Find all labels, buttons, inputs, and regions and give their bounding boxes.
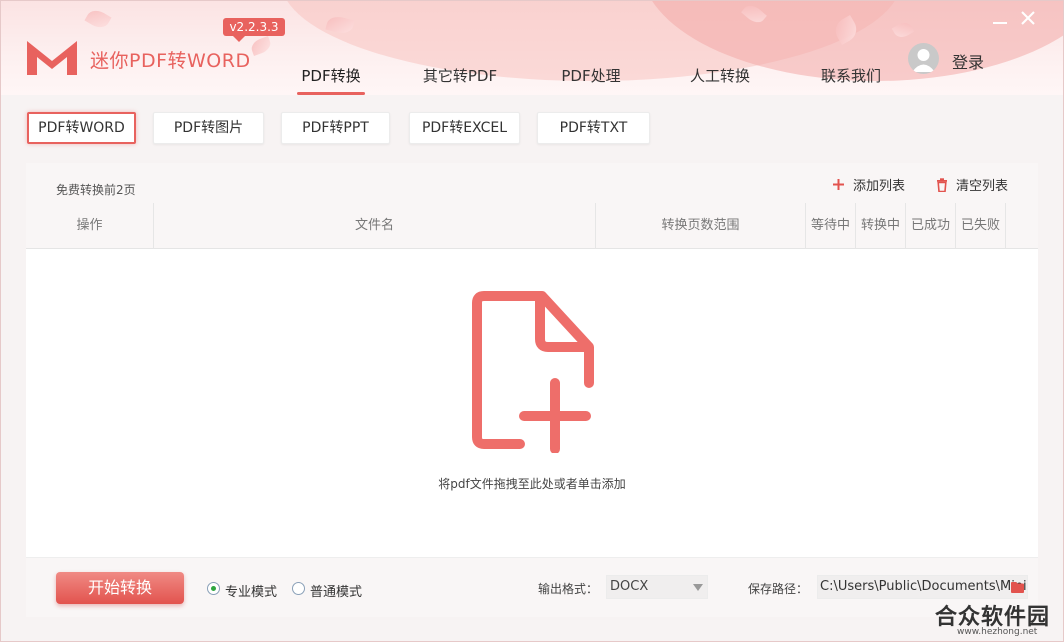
app-window: 迷你PDF转WORD v2.2.3.3 PDF转换 其它转PDF PDF处理 人… [0, 0, 1064, 642]
tab-pdf-process[interactable]: PDF处理 [559, 65, 623, 89]
col-succeeded: 已成功 [910, 218, 950, 233]
login-button[interactable]: 登录 [952, 49, 984, 73]
chevron-down-icon [693, 584, 703, 591]
subtab-pdf-to-word[interactable]: PDF转WORD [27, 112, 136, 144]
plus-icon [833, 179, 844, 190]
radio-normal-mode[interactable] [292, 582, 305, 595]
add-list-button[interactable]: 添加列表 [832, 175, 905, 194]
table-header: 操作 文件名 转换页数范围 等待中 转换中 已成功 已失败 [26, 203, 1038, 249]
col-failed: 已失败 [960, 218, 1000, 233]
version-badge: v2.2.3.3 [223, 18, 285, 42]
subtab-pdf-to-image[interactable]: PDF转图片 [153, 112, 264, 144]
radio-pro-mode[interactable] [207, 582, 220, 595]
tab-contact-us[interactable]: 联系我们 [818, 65, 884, 89]
panel-toolbar: 免费转换前2页 添加列表 清空列表 [26, 163, 1038, 203]
column-divider [1005, 203, 1006, 249]
drop-hint: 将pdf文件拖拽至此处或者单击添加 [438, 477, 626, 491]
tab-other-to-pdf[interactable]: 其它转PDF [420, 65, 500, 89]
app-title: 迷你PDF转WORD [90, 50, 251, 72]
save-path-label: 保存路径： [748, 582, 809, 596]
col-filename: 文件名 [354, 218, 394, 233]
bottom-bar: 开始转换 专业模式 普通模式 输出格式： DOCX 保存路径： C:\Users… [26, 557, 1038, 617]
watermark: 合众软件园 www.hezhong.net [935, 599, 1063, 641]
petal-decoration [84, 6, 112, 32]
col-page-range: 转换页数范围 [661, 218, 740, 233]
file-list-panel: 免费转换前2页 添加列表 清空列表 操作 文件名 转换页数范围 等待中 转换中 … [26, 163, 1038, 617]
subtab-pdf-to-excel[interactable]: PDF转EXCEL [409, 112, 520, 144]
petal-decoration [249, 36, 273, 56]
col-converting: 转换中 [860, 218, 900, 233]
pro-mode-label[interactable]: 专业模式 [225, 581, 277, 600]
format-label: 输出格式： [538, 582, 599, 596]
col-action: 操作 [76, 218, 103, 233]
tab-pdf-convert[interactable]: PDF转换 [297, 65, 365, 95]
normal-mode-label[interactable]: 普通模式 [310, 581, 362, 600]
watermark-url: www.hezhong.net [957, 627, 1038, 637]
header: 迷你PDF转WORD v2.2.3.3 PDF转换 其它转PDF PDF处理 人… [1, 1, 1063, 95]
close-icon[interactable] [1019, 9, 1037, 27]
col-waiting: 等待中 [810, 218, 850, 233]
folder-icon[interactable] [1011, 582, 1024, 593]
add-file-icon[interactable] [472, 291, 596, 453]
add-list-label: 添加列表 [853, 179, 906, 194]
format-value: DOCX [610, 579, 649, 594]
clear-list-button[interactable]: 清空列表 [936, 175, 1008, 194]
tab-manual-convert[interactable]: 人工转换 [687, 65, 753, 89]
subtab-pdf-to-ppt[interactable]: PDF转PPT [281, 112, 390, 144]
clear-list-label: 清空列表 [956, 179, 1009, 194]
free-pages-note: 免费转换前2页 [56, 183, 136, 197]
trash-icon [937, 177, 947, 192]
subtab-pdf-to-txt[interactable]: PDF转TXT [537, 112, 650, 144]
start-convert-button[interactable]: 开始转换 [56, 572, 184, 604]
minimize-icon[interactable] [991, 13, 1009, 27]
save-path-input[interactable]: C:\Users\Public\Documents\Mini [817, 575, 1028, 599]
format-select[interactable]: DOCX [606, 575, 708, 599]
logo-icon [27, 41, 77, 75]
avatar-icon[interactable] [908, 43, 939, 74]
